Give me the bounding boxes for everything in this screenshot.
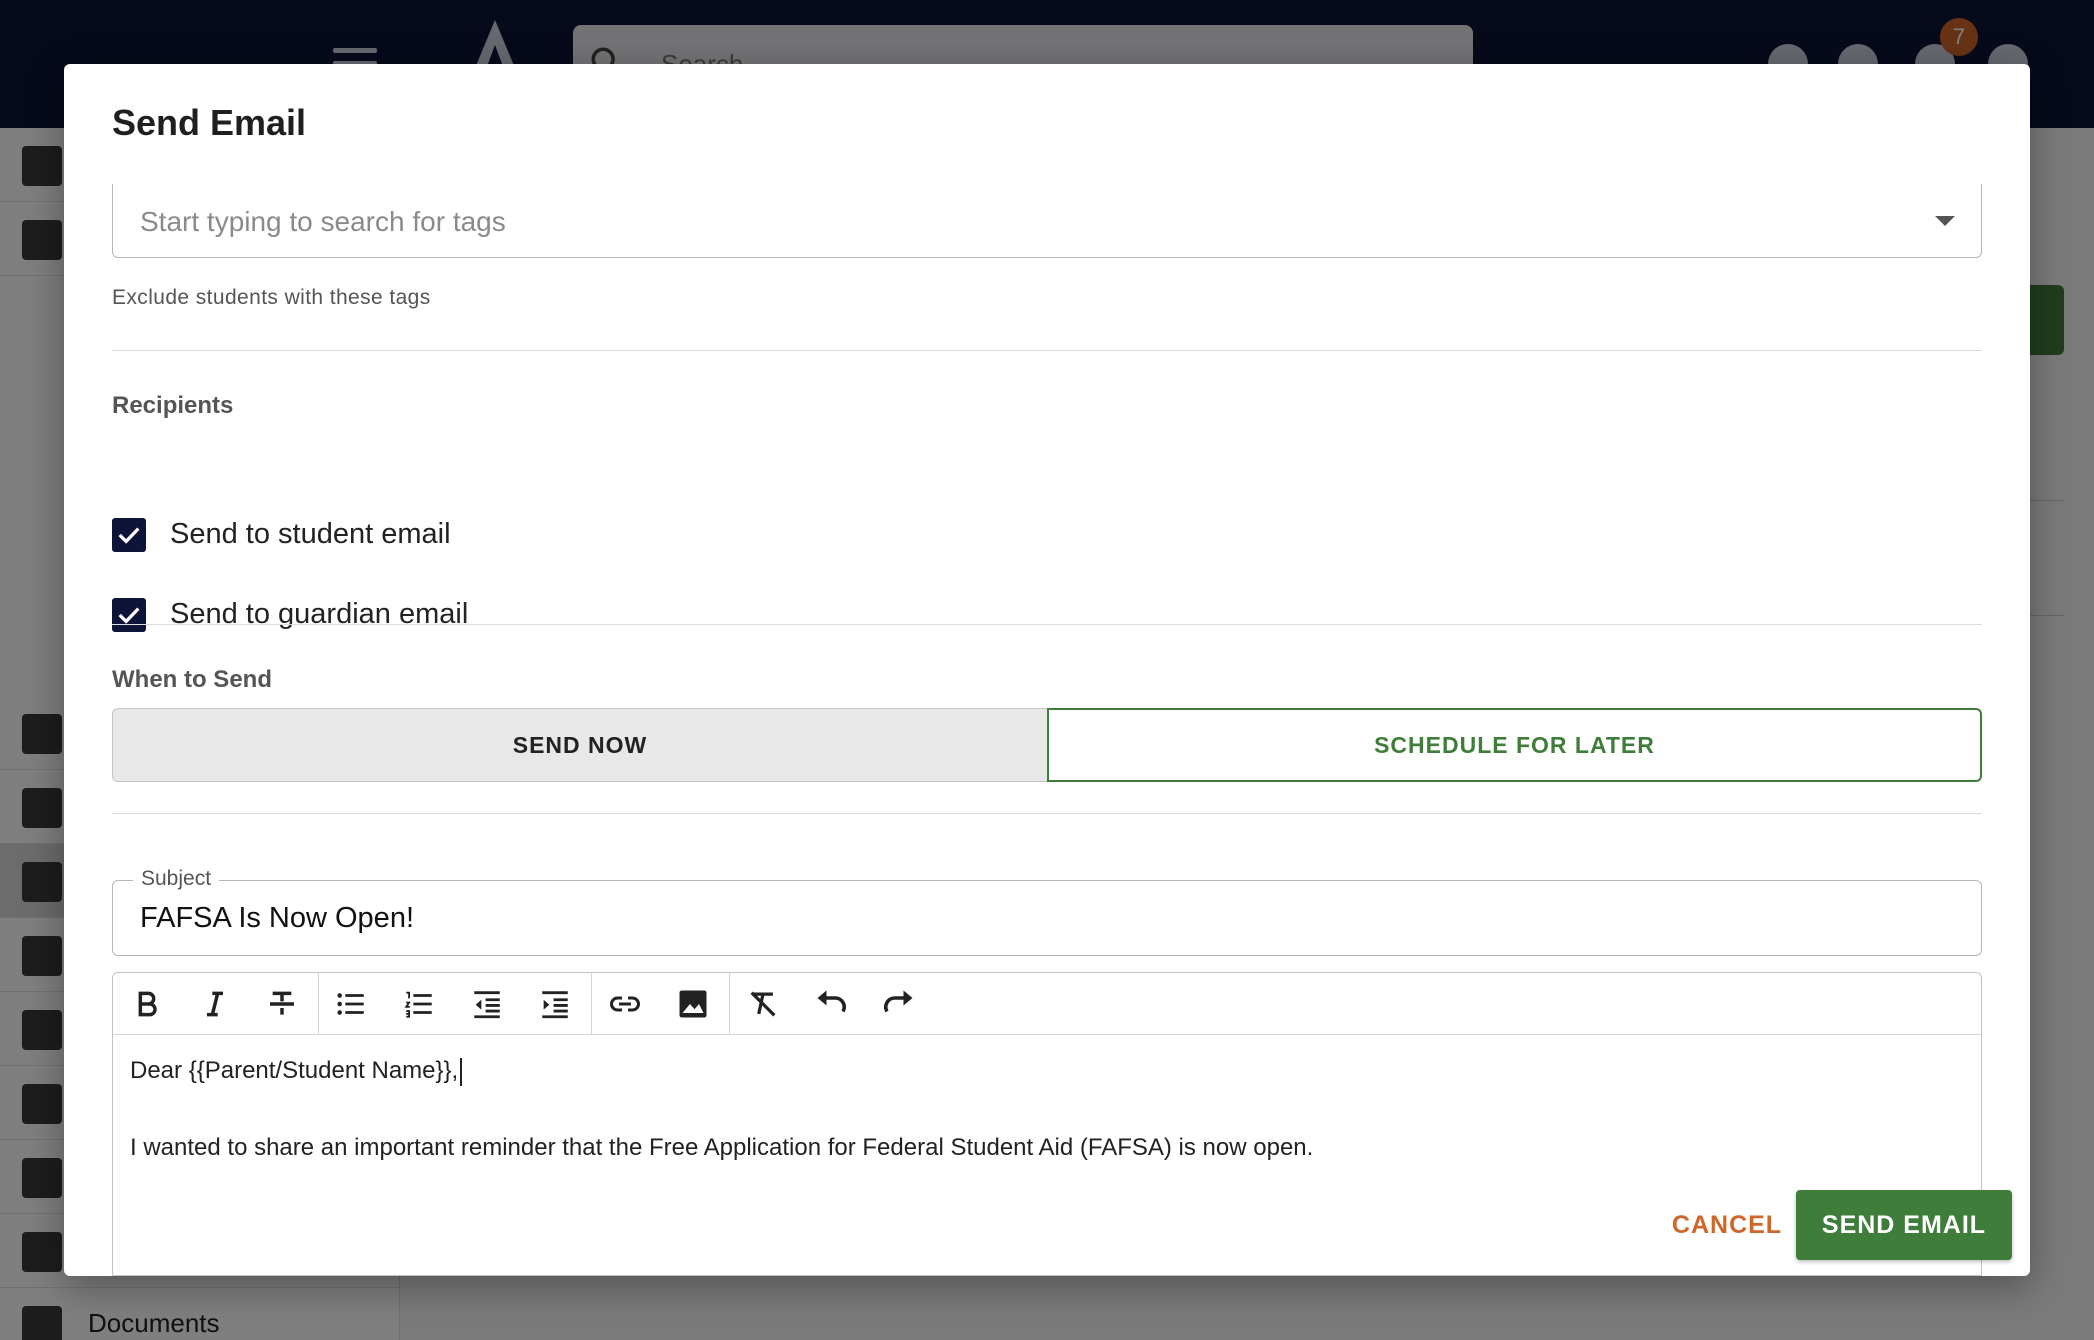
exclude-tags-placeholder: Start typing to search for tags [140,206,506,237]
bold-icon[interactable] [123,981,171,1027]
divider [112,813,1982,814]
schedule-for-later-button[interactable]: SCHEDULE FOR LATER [1047,708,1982,782]
recipients-label: Recipients [112,392,234,419]
subject-label: Subject [133,867,220,891]
italic-icon[interactable] [191,981,239,1027]
undo-icon[interactable] [807,981,855,1027]
numbered-list-icon[interactable] [395,981,443,1027]
clear-format-icon[interactable] [739,981,787,1027]
dropdown-arrow-icon[interactable] [1935,216,1955,226]
exclude-tags-helper: Exclude students with these tags [112,286,431,309]
editor-paragraph: Dear {{Parent/Student Name}}, [130,1055,1960,1087]
redo-icon[interactable] [875,981,923,1027]
subject-value[interactable]: FAFSA Is Now Open! [140,902,414,935]
editor-toolbar [113,973,1981,1035]
link-icon[interactable] [601,981,649,1027]
student-email-label: Send to student email [170,518,451,550]
subject-field[interactable]: Subject FAFSA Is Now Open! [112,867,1982,956]
editor-paragraph: I wanted to share an important reminder … [130,1134,1314,1161]
toolbar-separator [729,973,730,1035]
indent-icon[interactable] [531,981,579,1027]
greeting-text: Dear {{Parent/Student Name}}, [130,1057,459,1084]
toolbar-separator [591,973,592,1035]
cancel-button[interactable]: CANCEL [1642,1190,1812,1260]
divider [112,350,1982,351]
text-cursor [460,1057,463,1086]
exclude-tags-input[interactable]: Start typing to search for tags [112,184,1982,258]
checkbox-checked-icon[interactable] [112,598,146,632]
when-to-send-label: When to Send [112,666,272,693]
send-now-button[interactable]: SEND NOW [112,708,1048,782]
divider [112,624,1982,625]
toolbar-separator [318,973,319,1035]
send-email-dialog: Send Email Start typing to search for ta… [64,64,2030,1276]
strikethrough-icon[interactable] [258,981,306,1027]
outdent-icon[interactable] [463,981,511,1027]
bulleted-list-icon[interactable] [327,981,375,1027]
send-email-button[interactable]: SEND EMAIL [1796,1190,2012,1260]
editor-content[interactable]: Dear {{Parent/Student Name}}, I wanted t… [130,1055,1960,1164]
editor-blank-line [130,1087,1960,1132]
dialog-title: Send Email [112,102,307,143]
checkbox-checked-icon[interactable] [112,518,146,552]
image-icon[interactable] [669,981,717,1027]
guardian-email-label: Send to guardian email [170,598,469,630]
